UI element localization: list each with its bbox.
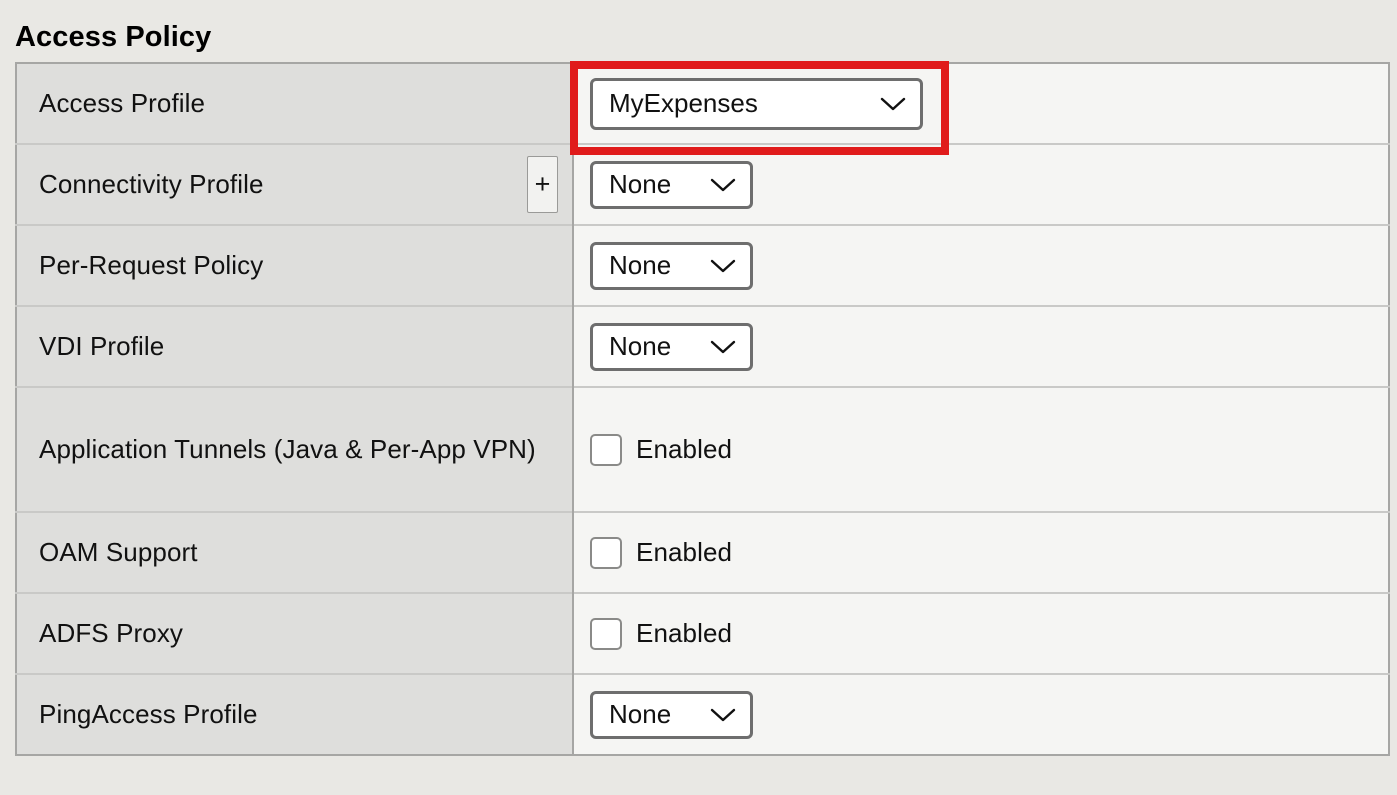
access-policy-page: Access Policy Access Profile MyExpenses [0,0,1397,795]
table-row: Application Tunnels (Java & Per-App VPN)… [16,386,1389,512]
access-profile-select-value: MyExpenses [609,88,758,118]
row-value-cell-vdi-profile: None [573,305,1389,387]
page-title: Access Policy [15,21,212,53]
table-row: Access Profile MyExpenses [16,63,1389,144]
add-connectivity-profile-button[interactable]: + [527,156,558,213]
table-row: Per-Request Policy None [16,224,1389,306]
adfs-proxy-checkbox-row: Enabled [590,617,1388,650]
adfs-proxy-checkbox-label: Enabled [636,618,733,648]
application-tunnels-checkbox-row: Enabled [590,433,1388,466]
plus-icon: + [534,169,551,199]
connectivity-profile-select[interactable]: None [590,160,753,209]
connectivity-profile-select-value: None [609,169,672,199]
chevron-down-icon [710,259,736,273]
row-value-cell-application-tunnels: Enabled [573,386,1389,512]
chevron-down-icon [710,340,736,354]
row-label-connectivity-profile: Connectivity Profile [39,169,264,199]
oam-support-checkbox-row: Enabled [590,536,1388,569]
row-value-cell-per-request-policy: None [573,224,1389,306]
row-label-cell-vdi-profile: VDI Profile [16,305,574,387]
row-label-cell-oam-support: OAM Support [16,511,574,593]
row-label-oam-support: OAM Support [39,537,198,567]
vdi-profile-select[interactable]: None [590,322,753,371]
table-row: PingAccess Profile None [16,673,1389,755]
row-value-cell-connectivity-profile: None [573,143,1389,225]
table-row: Connectivity Profile + None [16,143,1389,225]
row-value-cell-oam-support: Enabled [573,511,1389,593]
row-label-cell-pingaccess-profile: PingAccess Profile [16,673,574,755]
row-label-pingaccess-profile: PingAccess Profile [39,699,258,729]
row-label-cell-application-tunnels: Application Tunnels (Java & Per-App VPN) [16,386,574,512]
row-value-cell-pingaccess-profile: None [573,673,1389,755]
row-value-cell-adfs-proxy: Enabled [573,592,1389,674]
chevron-down-icon [710,178,736,192]
table-row: VDI Profile None [16,305,1389,387]
chevron-down-icon [880,97,906,111]
row-label-adfs-proxy: ADFS Proxy [39,618,184,648]
row-value-cell-access-profile: MyExpenses [573,63,1389,144]
row-label-cell-access-profile: Access Profile [16,63,574,144]
row-label-cell-adfs-proxy: ADFS Proxy [16,592,574,674]
row-label-per-request-policy: Per-Request Policy [39,250,264,280]
access-profile-select[interactable]: MyExpenses [590,77,923,130]
vdi-profile-select-value: None [609,331,672,361]
access-policy-table: Access Profile MyExpenses Connectivity P… [15,62,1390,756]
application-tunnels-checkbox[interactable] [590,433,622,466]
row-label-application-tunnels: Application Tunnels (Java & Per-App VPN) [39,434,536,464]
row-label-access-profile: Access Profile [39,88,206,118]
application-tunnels-checkbox-label: Enabled [636,434,733,464]
oam-support-checkbox-label: Enabled [636,537,733,567]
row-label-vdi-profile: VDI Profile [39,331,165,361]
oam-support-checkbox[interactable] [590,536,622,569]
table-row: OAM Support Enabled [16,511,1389,593]
row-label-cell-connectivity-profile: Connectivity Profile + [16,143,574,225]
per-request-policy-select-value: None [609,250,672,280]
pingaccess-profile-select[interactable]: None [590,690,753,739]
adfs-proxy-checkbox[interactable] [590,617,622,650]
row-label-cell-per-request-policy: Per-Request Policy [16,224,574,306]
table-row: ADFS Proxy Enabled [16,592,1389,674]
per-request-policy-select[interactable]: None [590,241,753,290]
pingaccess-profile-select-value: None [609,699,672,729]
chevron-down-icon [710,708,736,722]
